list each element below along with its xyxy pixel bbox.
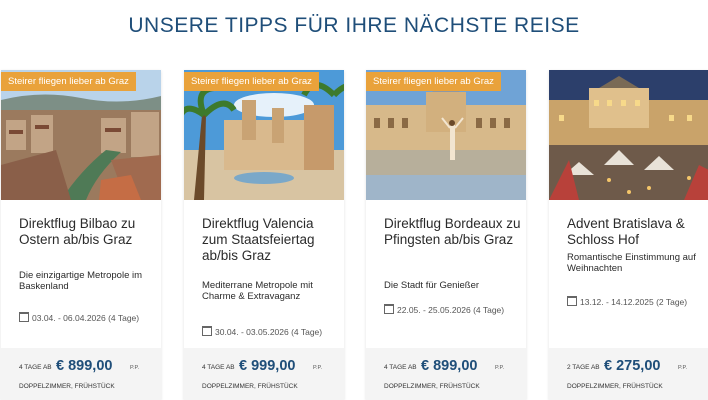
trip-duration: 2 TAGE AB xyxy=(567,364,600,371)
section-heading: UNSERE TIPPS FÜR IHRE NÄCHSTE REISE xyxy=(128,14,580,37)
promo-badge: Steirer fliegen lieber ab Graz xyxy=(1,72,136,91)
trip-cards: Steirer fliegen lieber ab Graz Direktflu… xyxy=(0,70,708,400)
trip-card-bordeaux[interactable]: Steirer fliegen lieber ab Graz Direktflu… xyxy=(366,70,526,400)
per-person-label: P.P. xyxy=(678,365,687,371)
trip-card-bratislava[interactable]: Advent Bratislava & Schloss Hof Romantis… xyxy=(549,70,708,400)
trip-price: € 899,00 xyxy=(421,358,478,374)
trip-subtitle: Die einzigartige Metropole im Baskenland xyxy=(19,270,143,292)
trip-price: € 999,00 xyxy=(239,358,296,374)
trip-duration: 4 TAGE AB xyxy=(19,364,52,371)
promo-badge: Steirer fliegen lieber ab Graz xyxy=(366,72,501,91)
trip-subtitle: Die Stadt für Genießer xyxy=(384,280,480,291)
per-person-label: P.P. xyxy=(495,365,504,371)
trip-title[interactable]: Direktflug Bilbao zu Ostern ab/bis Graz xyxy=(19,216,159,248)
board-type: DOPPELZIMMER, FRÜHSTÜCK xyxy=(202,383,298,390)
trip-dates-text: 13.12. - 14.12.2025 (2 Tage) xyxy=(580,297,688,307)
trip-duration: 4 TAGE AB xyxy=(384,364,417,371)
trip-dates: 30.04. - 03.05.2026 (4 Tage) xyxy=(202,326,322,337)
board-type: DOPPELZIMMER, FRÜHSTÜCK xyxy=(384,383,480,390)
trip-title[interactable]: Advent Bratislava & Schloss Hof xyxy=(567,216,707,248)
calendar-icon xyxy=(202,326,212,336)
trip-price: € 899,00 xyxy=(56,358,113,374)
trip-dates-text: 03.04. - 06.04.2026 (4 Tage) xyxy=(32,313,140,323)
trip-card-bilbao[interactable]: Steirer fliegen lieber ab Graz Direktflu… xyxy=(1,70,161,400)
trip-price: € 275,00 xyxy=(604,358,661,374)
calendar-icon xyxy=(567,296,577,306)
trip-subtitle: Romantische Einstimmung auf Weihnachten xyxy=(567,252,696,274)
per-person-label: P.P. xyxy=(313,365,322,371)
promo-badge: Steirer fliegen lieber ab Graz xyxy=(184,72,319,91)
trip-dates: 13.12. - 14.12.2025 (2 Tage) xyxy=(567,296,687,307)
board-type: DOPPELZIMMER, FRÜHSTÜCK xyxy=(19,383,115,390)
trip-duration: 4 TAGE AB xyxy=(202,364,235,371)
per-person-label: P.P. xyxy=(130,365,139,371)
trip-dates-text: 22.05. - 25.05.2026 (4 Tage) xyxy=(397,305,505,315)
calendar-icon xyxy=(384,304,394,314)
trip-title[interactable]: Direktflug Valencia zum Staatsfeiertag a… xyxy=(202,216,342,264)
board-type: DOPPELZIMMER, FRÜHSTÜCK xyxy=(567,383,663,390)
trip-card-valencia[interactable]: Steirer fliegen lieber ab Graz Direktflu… xyxy=(184,70,344,400)
calendar-icon xyxy=(19,312,29,322)
trip-dates: 22.05. - 25.05.2026 (4 Tage) xyxy=(384,304,504,315)
trip-title[interactable]: Direktflug Bordeaux zu Pfingsten ab/bis … xyxy=(384,216,524,248)
bratislava-photo[interactable] xyxy=(549,70,708,200)
trip-dates-text: 30.04. - 03.05.2026 (4 Tage) xyxy=(215,327,323,337)
trip-dates: 03.04. - 06.04.2026 (4 Tage) xyxy=(19,312,139,323)
trip-subtitle: Mediterrane Metropole mit Charme & Extra… xyxy=(202,280,313,302)
